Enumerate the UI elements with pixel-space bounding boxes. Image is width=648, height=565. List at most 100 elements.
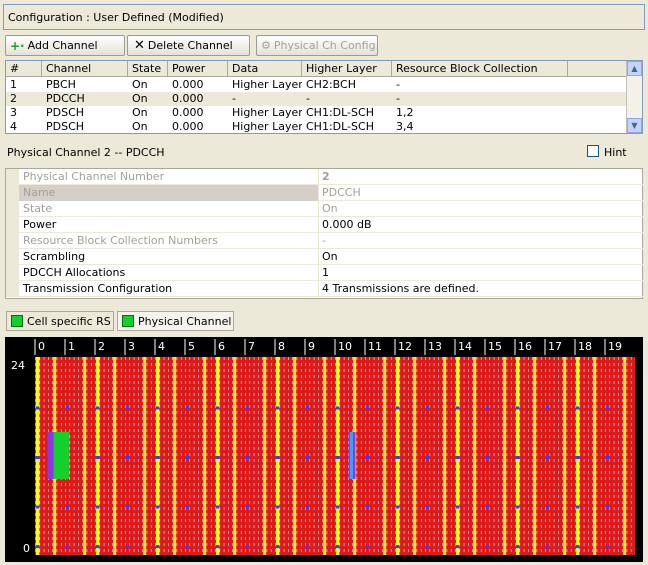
pilot-marker [66,406,70,410]
pilot-marker [516,545,520,549]
column-header-channel[interactable]: Channel [42,61,128,77]
cell-state: On [132,78,148,91]
pilot-marker [546,406,550,410]
pilot-marker [126,505,130,509]
add-channel-button[interactable]: +· Add Channel [5,35,125,56]
pilot-marker [546,456,550,459]
pilot-marker [516,505,520,509]
row-gutter [6,217,19,233]
legend-physical-channel-button[interactable]: Physical Channel [117,311,234,331]
cell-resource-block-collection: - [396,78,400,91]
pilot-marker [246,545,250,549]
pilot-marker [396,505,400,509]
pilot-marker [396,545,400,549]
property-name: Scrambling [19,249,319,265]
pilot-marker [186,505,190,509]
slot-label: 2 [98,340,105,353]
cell-number: 4 [10,120,17,133]
cell-higher-layer: CH2:BCH [306,78,356,91]
column-header-resource-block-collection[interactable]: Resource Block Collection [392,61,568,77]
green-swatch-icon [11,315,23,327]
pilot-marker [366,505,370,509]
pilot-marker [426,545,430,549]
property-row-transmission-configuration[interactable]: Transmission Configuration 4 Transmissio… [6,281,644,297]
table-row-selected[interactable]: 2 PDCCH On 0.000 - - - [6,92,628,106]
cell-resource-block-collection: 1,2 [396,106,414,119]
row-gutter [6,281,19,297]
table-row[interactable]: 1 PBCH On 0.000 Higher Layer CH2:BCH - [6,78,628,92]
configuration-bar: Configuration : User Defined (Modified) [3,4,645,30]
scroll-up-icon[interactable]: ▲ [627,61,642,76]
property-row-name[interactable]: Name PDCCH [6,185,644,201]
pilot-marker [126,456,130,459]
property-row-scrambling[interactable]: Scrambling On [6,249,644,265]
slot-label: 19 [608,340,622,353]
legend-cell-specific-rs-button[interactable]: Cell specific RS [6,311,114,331]
cell-channel: PDSCH [46,106,85,119]
property-value[interactable]: 4 Transmissions are defined. [320,281,640,297]
slot-label: 15 [488,340,502,353]
hint-checkbox[interactable] [587,145,599,157]
column-header-state[interactable]: State [128,61,168,77]
pilot-marker [306,456,310,459]
table-row[interactable]: 3 PDSCH On 0.000 Higher Layer CH1:DL-SCH… [6,106,628,120]
cell-channel: PDCCH [46,92,85,105]
property-value[interactable]: On [320,249,640,265]
pilot-marker [276,505,280,509]
property-value[interactable]: 0.000 dB [320,217,640,233]
slot-label: 18 [578,340,592,353]
column-header-data[interactable]: Data [228,61,302,77]
cell-channel: PDSCH [46,120,85,133]
slot-label: 3 [128,340,135,353]
table-vertical-scrollbar[interactable]: ▲ ▼ [626,61,642,133]
rs-column [563,357,567,555]
property-row-rbc-numbers[interactable]: Resource Block Collection Numbers - [6,233,644,249]
pilot-marker [36,545,40,549]
property-row-power[interactable]: Power 0.000 dB [6,217,644,233]
scroll-down-icon[interactable]: ▼ [627,118,642,133]
cell-number: 1 [10,78,17,91]
pilot-marker [366,545,370,549]
resource-grid[interactable]: 0 1 2 3 4 5 6 7 8 9 10 11 12 13 14 15 16 17 18 19 24 0 [5,337,643,562]
pilot-marker [426,456,430,459]
pilot-marker [546,505,550,509]
rs-column [233,357,237,555]
column-header-higher-layer[interactable]: Higher Layer [302,61,392,77]
slot-label: 12 [398,340,412,353]
pilot-marker [156,456,160,459]
pilot-marker [336,545,340,549]
property-name: Power [19,217,319,233]
pilot-marker [336,505,340,509]
rs-column [473,357,477,555]
rs-column [443,357,447,555]
cell-power: 0.000 [172,78,204,91]
cell-number: 2 [10,92,17,105]
pilot-marker [96,406,100,410]
pilot-marker [396,406,400,410]
column-header-power[interactable]: Power [168,61,228,77]
property-row-channel-number[interactable]: Physical Channel Number 2 [6,169,644,185]
delete-channel-button[interactable]: ✕ Delete Channel [127,35,250,56]
property-row-pdcch-allocations[interactable]: PDCCH Allocations 1 [6,265,644,281]
pilot-marker [126,545,130,549]
cell-data: Higher Layer [232,78,302,91]
column-header-number[interactable]: # [6,61,42,77]
pilot-marker [96,545,100,549]
property-value: On [322,202,338,215]
row-gutter [6,185,19,201]
property-value[interactable]: 1 [320,265,640,281]
property-grid: Physical Channel Number 2 Name PDCCH Sta… [5,168,644,299]
column-header-filler [568,61,628,77]
rs-column [173,357,177,555]
pilot-marker [216,505,220,509]
physical-ch-config-button[interactable]: ⚙ Physical Ch Config. [256,35,379,56]
slot-label: 10 [338,340,352,353]
property-row-state[interactable]: State On [6,201,644,217]
slot-label: 16 [518,340,532,353]
pilot-marker [66,545,70,549]
pilot-marker [606,456,610,459]
y-axis-bottom-label: 0 [23,542,30,555]
table-row[interactable]: 4 PDSCH On 0.000 Higher Layer CH1:DL-SCH… [6,120,628,133]
pilot-marker [486,406,490,410]
slot-label: 11 [368,340,382,353]
